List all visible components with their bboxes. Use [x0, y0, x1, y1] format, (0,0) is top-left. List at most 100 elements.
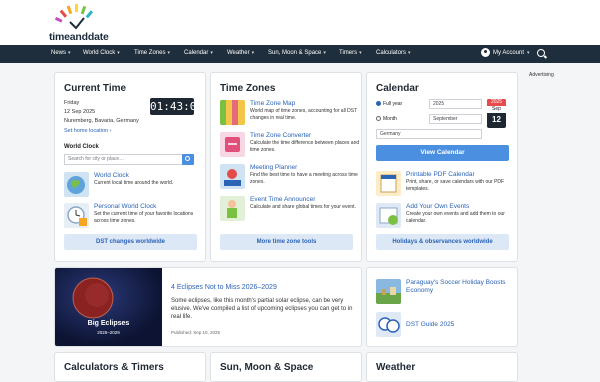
nav-sun-moon-space[interactable]: Sun, Moon & Space ▾: [268, 50, 326, 56]
chevron-down-icon: ▾: [167, 50, 170, 56]
meeting-planner-item[interactable]: Meeting Planner Find the best time to ha…: [220, 164, 360, 192]
dst-clock-icon: [376, 312, 401, 337]
announcer-icon: [220, 196, 245, 221]
user-icon: [481, 48, 490, 57]
time-zone-converter-item[interactable]: Time Zone Converter Calculate the time d…: [220, 132, 360, 160]
article-title[interactable]: 4 Eclipses Not to Miss 2026–2029: [171, 284, 277, 291]
date-badge: 2025 Sep 12: [487, 99, 506, 128]
weather-card: Weather: [366, 352, 518, 382]
item-desc: Current local time around the world.: [94, 180, 174, 186]
nav-time-zones[interactable]: Time Zones ▾: [134, 50, 170, 56]
main-nav: News ▾ World Clock ▾ Time Zones ▾ Calendar ▾…: [0, 45, 600, 63]
chevron-right-icon: ›: [109, 128, 112, 134]
item-desc: Calculate and share global times for you…: [250, 204, 356, 210]
item-title: Meeting Planner: [250, 164, 298, 171]
card-title: Calendar: [376, 83, 419, 94]
month-radio[interactable]: [376, 116, 381, 121]
item-title: Add Your Own Events: [406, 203, 470, 210]
nav-label: Time Zones: [134, 50, 166, 56]
news-card: Paraguay's Soccer Holiday Boosts Economy…: [366, 267, 518, 347]
chevron-down-icon: ▾: [210, 50, 213, 56]
month-select[interactable]: September: [429, 114, 482, 124]
more-time-zone-tools-button[interactable]: More time zone tools: [220, 234, 353, 250]
chevron-down-icon: ▾: [251, 50, 255, 56]
map-icon: [220, 100, 245, 125]
view-calendar-button[interactable]: View Calendar: [376, 145, 509, 161]
item-title: Time Zone Converter: [250, 132, 312, 139]
month-label: Month: [383, 116, 397, 122]
item-title: World Clock: [94, 172, 129, 179]
full-year-label: Full year: [383, 101, 403, 107]
nav-label: Weather: [227, 50, 250, 56]
news-title: DST Guide 2025: [406, 321, 455, 328]
nav-weather[interactable]: Weather ▾: [227, 50, 254, 56]
badge-month: Sep: [487, 106, 506, 113]
chevron-down-icon: ▾: [323, 50, 326, 56]
item-desc: World map of time zones, accounting for …: [250, 108, 358, 121]
nav-label: Calendar: [184, 50, 209, 56]
add-events-item[interactable]: Add Your Own Events Create your own even…: [376, 203, 516, 231]
event-time-announcer-item[interactable]: Event Time Announcer Calculate and share…: [220, 196, 360, 224]
news-item[interactable]: DST Guide 2025: [376, 312, 516, 340]
nav-label: Calculators: [376, 50, 407, 56]
chevron-down-icon: ▾: [68, 50, 71, 56]
year-field[interactable]: 2025: [429, 99, 482, 109]
calendar-card: Calendar Full year 2025 Month September …: [366, 72, 518, 262]
world-clock-item[interactable]: World Clock Current local time around th…: [64, 172, 204, 198]
news-item[interactable]: Paraguay's Soccer Holiday Boosts Economy: [376, 279, 516, 307]
personal-world-clock-item[interactable]: Personal World Clock Set the current tim…: [64, 203, 204, 231]
account-label: My Account: [493, 49, 525, 56]
logo-text[interactable]: timeanddate: [49, 31, 109, 43]
nav-label: Timers: [339, 50, 358, 56]
image-title: Big Eclipses: [87, 320, 130, 327]
chevron-down-icon: ▾: [408, 50, 411, 56]
city-search-button[interactable]: [182, 154, 194, 165]
time-zone-map-item[interactable]: Time Zone Map World map of time zones, a…: [220, 100, 360, 128]
item-title: Time Zone Map: [250, 100, 296, 107]
item-desc: Print, share, or save calendars with our…: [406, 179, 505, 192]
image-subtitle: 2026–2029: [97, 330, 120, 335]
set-home-link[interactable]: Set home location ›: [64, 128, 111, 134]
card-title: Current Time: [64, 83, 127, 94]
country-select[interactable]: Germany: [376, 129, 482, 139]
item-title: Event Time Announcer: [250, 196, 316, 203]
weekday: Friday: [64, 100, 80, 106]
card-title: Calculators & Timers: [64, 362, 164, 373]
time-zones-card: Time Zones Time Zone Map World map of ti…: [210, 72, 362, 262]
converter-icon: [220, 132, 245, 157]
feature-article-card[interactable]: Big Eclipses 2026–2029 4 Eclipses Not to…: [54, 267, 362, 347]
dst-changes-button[interactable]: DST changes worldwide: [64, 234, 197, 250]
item-desc: Find the best time to have a meeting acr…: [250, 172, 358, 185]
nav-timers[interactable]: Timers ▾: [339, 50, 362, 56]
account-menu[interactable]: My Account ▾: [481, 48, 530, 57]
soccer-photo: [376, 279, 401, 304]
item-desc: Set the current time of your favorite lo…: [94, 211, 194, 224]
card-title: Sun, Moon & Space: [220, 362, 314, 373]
add-event-icon: [376, 203, 401, 228]
nav-news[interactable]: News ▾: [51, 50, 71, 56]
header: timeanddate: [0, 0, 600, 45]
item-desc: Calculate the time difference between pl…: [250, 140, 360, 153]
item-title: Personal World Clock: [94, 203, 157, 210]
nav-calendar[interactable]: Calendar ▾: [184, 50, 213, 56]
nav-label: News: [51, 50, 67, 56]
full-year-radio[interactable]: [376, 101, 381, 106]
holidays-button[interactable]: Holidays & observances worldwide: [376, 234, 509, 250]
card-title: Time Zones: [220, 83, 276, 94]
chevron-down-icon: ▾: [359, 50, 362, 56]
nav-label: Sun, Moon & Space: [268, 50, 322, 56]
pdf-calendar-icon: [376, 171, 401, 196]
badge-day: 12: [492, 115, 501, 124]
ad-label: Advertising: [529, 72, 554, 78]
nav-calculators[interactable]: Calculators ▾: [376, 50, 411, 56]
chevron-down-icon: ▾: [117, 50, 120, 56]
printable-pdf-item[interactable]: Printable PDF Calendar Print, share, or …: [376, 171, 516, 199]
published-date: Published: Sep 10, 2025: [171, 330, 221, 335]
city-search-input[interactable]: Search for city or place…: [64, 154, 183, 165]
search-icon[interactable]: [537, 49, 545, 57]
world-clock-label: World Clock: [64, 144, 99, 150]
nav-world-clock[interactable]: World Clock ▾: [83, 50, 120, 56]
item-desc: Create your own events and add them to o…: [406, 211, 505, 224]
chevron-down-icon: ▾: [527, 49, 530, 56]
meeting-icon: [220, 164, 245, 189]
